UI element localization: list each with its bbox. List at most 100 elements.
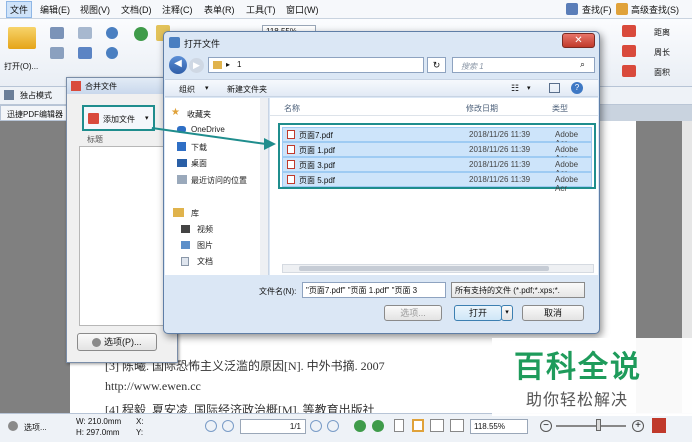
email-icon[interactable]	[78, 27, 92, 39]
open-dropdown-icon[interactable]: ▾	[501, 305, 513, 321]
print-icon[interactable]	[50, 47, 64, 59]
organize-button[interactable]: 组织	[179, 84, 195, 95]
nav-downloads[interactable]: 下载	[191, 142, 207, 153]
page-height: H: 297.0mm	[76, 428, 120, 437]
undo-icon[interactable]	[106, 27, 118, 39]
breadcrumb[interactable]: 1	[237, 60, 241, 69]
page-field[interactable]: 1/1	[240, 419, 306, 434]
menu-file[interactable]: 文件	[6, 1, 33, 18]
distance-icon[interactable]	[622, 25, 636, 37]
nav-documents[interactable]: 文档	[197, 256, 213, 267]
file-list-header: 名称 修改日期 类型	[270, 98, 598, 116]
open-button[interactable]: 打开	[454, 305, 502, 321]
area-icon[interactable]	[622, 65, 636, 77]
menu-form[interactable]: 表单(R)	[204, 3, 235, 16]
dialog-app-icon	[169, 37, 180, 48]
pdf-icon	[287, 145, 295, 154]
address-bar[interactable]: ▸ 1	[208, 57, 424, 73]
file-row[interactable]: 页面7.pdf 2018/11/26 11:39 Adobe Acr	[282, 127, 592, 148]
refresh-icon[interactable]: ↻	[427, 57, 446, 73]
exclusive-mode-tab[interactable]: 独占模式	[20, 90, 52, 101]
scroll-thumb[interactable]	[299, 266, 549, 271]
page-width: W: 210.0mm	[76, 417, 122, 426]
zoom-in-icon[interactable]: +	[632, 420, 644, 432]
menu-bar: 文件 编辑(E) 视图(V) 文档(D) 注释(C) 表单(R) 工具(T) 窗…	[0, 0, 692, 19]
watermark-subtitle: 助你轻松解决	[526, 392, 629, 409]
file-date: 2018/11/26 11:39	[469, 175, 531, 184]
back-icon[interactable]	[134, 27, 148, 41]
forward-arrow-icon[interactable]: ▶	[189, 58, 204, 73]
view-options-icon[interactable]: ☷	[511, 83, 519, 94]
distance-label[interactable]: 距离	[654, 27, 670, 38]
facing-page-icon[interactable]	[430, 419, 444, 432]
nav-library[interactable]: 库	[191, 208, 199, 219]
add-file-icon	[88, 113, 99, 124]
file-date: 2018/11/26 11:39	[469, 160, 531, 169]
menu-view[interactable]: 视图(V)	[80, 3, 110, 16]
help-icon[interactable]: ?	[571, 82, 583, 94]
perimeter-label[interactable]: 周长	[654, 47, 670, 58]
go-back-icon[interactable]	[354, 420, 366, 432]
merge-files-dialog: 合并文件 添加文件 ▾ 标题 选项(P)...	[66, 77, 178, 363]
pdf-icon	[287, 175, 295, 184]
preview-pane-icon[interactable]	[549, 83, 560, 93]
nav-scrollbar[interactable]	[260, 98, 268, 275]
find-icon	[566, 3, 578, 15]
menu-find[interactable]: 查找(F)	[582, 3, 612, 16]
status-zoom-field[interactable]: 118.55%	[470, 419, 528, 434]
menu-window[interactable]: 窗口(W)	[286, 3, 319, 16]
close-button[interactable]: ✕	[562, 33, 595, 48]
menu-advanced-find[interactable]: 高级查找(S)	[631, 3, 679, 16]
menu-annotation[interactable]: 注释(C)	[162, 3, 193, 16]
nav-desktop[interactable]: 桌面	[191, 158, 207, 169]
horizontal-scrollbar[interactable]	[282, 264, 594, 273]
filetype-select[interactable]: 所有支持的文件 (*.pdf;*.xps;*.	[451, 282, 585, 298]
open-folder-icon[interactable]	[8, 27, 36, 49]
search-input[interactable]: 搜索 1 ⌕	[452, 57, 595, 73]
continuous-page-icon[interactable]	[412, 419, 424, 432]
dialog-options-button[interactable]: 选项...	[384, 305, 442, 321]
nav-pictures[interactable]: 图片	[197, 240, 213, 251]
advanced-find-icon	[616, 3, 628, 15]
open-label[interactable]: 打开(O)...	[4, 61, 38, 72]
add-file-button[interactable]: 添加文件 ▾	[82, 105, 155, 131]
file-row[interactable]: 页面 1.pdf 2018/11/26 11:39 Adobe Acr	[282, 142, 592, 163]
column-date[interactable]: 修改日期	[466, 103, 498, 114]
menu-edit[interactable]: 编辑(E)	[40, 3, 70, 16]
prev-page-icon[interactable]	[222, 420, 234, 432]
file-row[interactable]: 页面 3.pdf 2018/11/26 11:39 Adobe Acr	[282, 157, 592, 178]
redo-icon[interactable]	[106, 47, 118, 59]
file-row[interactable]: 页面 5.pdf 2018/11/26 11:39 Adobe Acr	[282, 172, 592, 193]
view-chevron-icon[interactable]: ▾	[527, 84, 531, 92]
zoom-slider-thumb[interactable]	[596, 419, 601, 431]
favorites-header[interactable]: 收藏夹	[187, 109, 211, 120]
last-page-icon[interactable]	[327, 420, 339, 432]
new-folder-button[interactable]: 新建文件夹	[227, 84, 267, 95]
area-label[interactable]: 面积	[654, 67, 670, 78]
nav-videos[interactable]: 视频	[197, 224, 213, 235]
go-forward-icon[interactable]	[372, 420, 384, 432]
merge-file-list[interactable]	[79, 146, 175, 326]
back-arrow-icon[interactable]: ◀	[169, 56, 187, 74]
watermark: 百科全说 助你轻松解决	[492, 338, 692, 416]
menu-tools[interactable]: 工具(T)	[246, 3, 276, 16]
single-page-icon[interactable]	[394, 419, 404, 432]
first-page-icon[interactable]	[205, 420, 217, 432]
nav-recent-places[interactable]: 最近访问的位置	[191, 175, 261, 186]
facing-continuous-icon[interactable]	[450, 419, 464, 432]
menu-document[interactable]: 文档(D)	[121, 3, 152, 16]
save-icon[interactable]	[50, 27, 64, 39]
cancel-button[interactable]: 取消	[522, 305, 584, 321]
document-tab[interactable]: 迅捷PDF编辑器	[0, 105, 70, 121]
filename-input[interactable]: "页面7.pdf" "页面 1.pdf" "页面 3	[302, 282, 446, 298]
zoom-slider[interactable]	[556, 425, 626, 427]
merge-options-button[interactable]: 选项(P)...	[77, 333, 157, 351]
zoom-out-icon[interactable]: −	[540, 420, 552, 432]
column-name[interactable]: 名称	[284, 103, 300, 114]
column-type[interactable]: 类型	[552, 103, 568, 114]
next-page-icon[interactable]	[310, 420, 322, 432]
perimeter-icon[interactable]	[622, 45, 636, 57]
status-options[interactable]: 选项...	[24, 422, 47, 433]
dialog-toolbar: 组织 ▾ 新建文件夹 ☷ ▾ ?	[165, 79, 598, 97]
cloud-icon[interactable]	[78, 47, 92, 59]
